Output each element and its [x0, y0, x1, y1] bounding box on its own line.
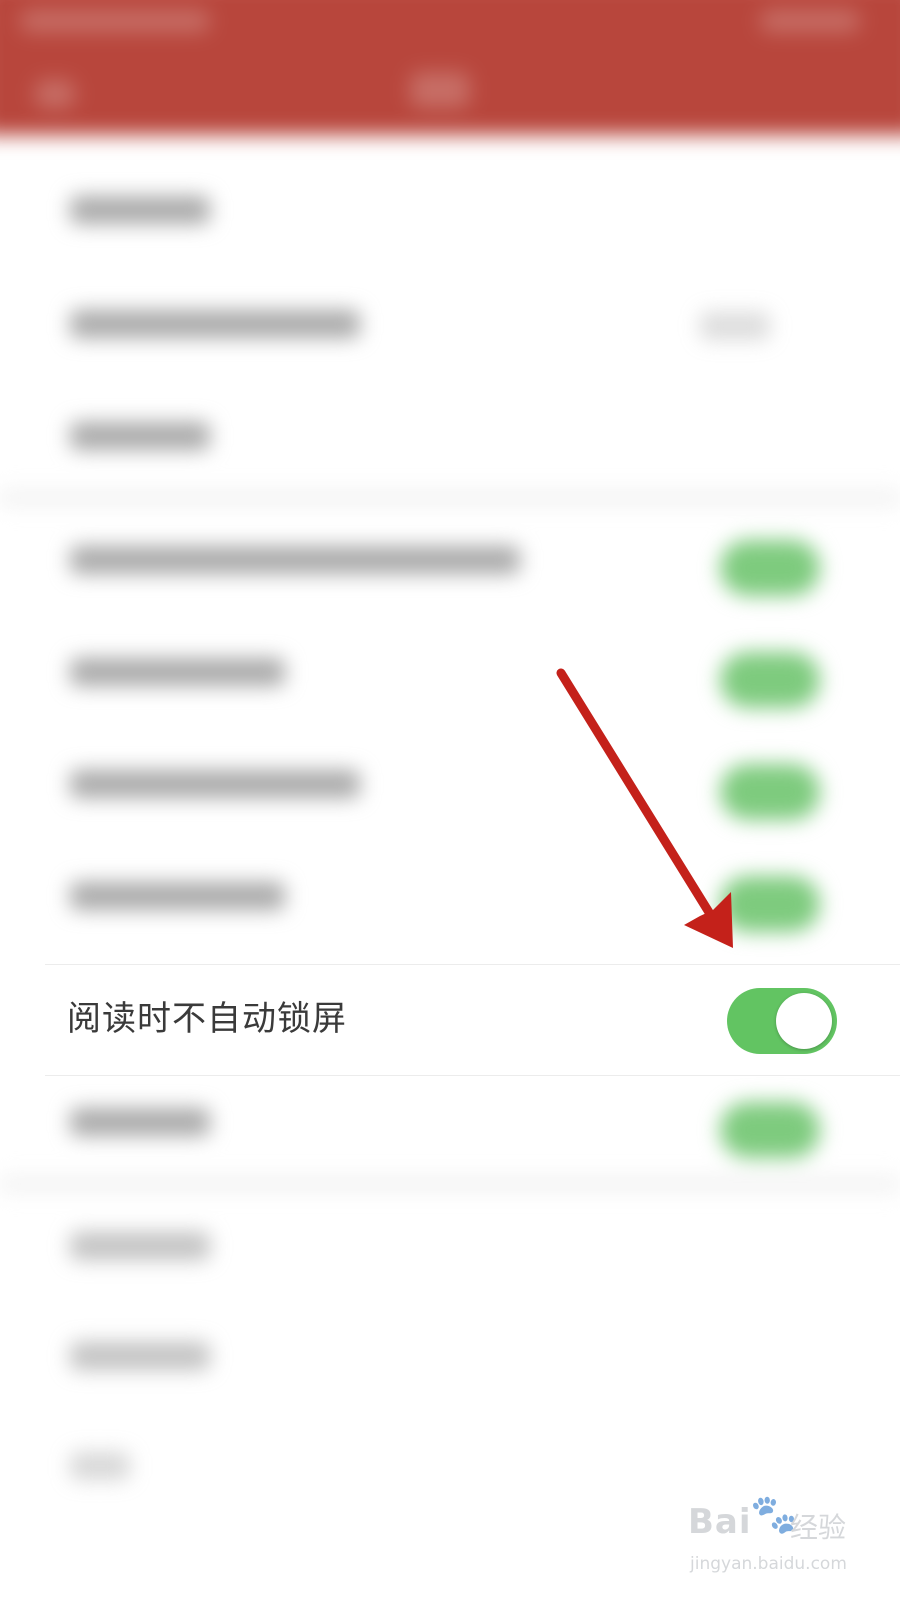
- blurred-row: [70, 658, 285, 686]
- blurred-row: [70, 1108, 210, 1136]
- header-title-placeholder: [410, 72, 470, 108]
- watermark-url: jingyan.baidu.com: [690, 1554, 847, 1574]
- blurred-row-value: [700, 312, 770, 340]
- setting-label: 阅读时不自动锁屏: [67, 999, 347, 1039]
- blurred-row: [70, 546, 520, 574]
- blurred-row: [70, 1342, 210, 1370]
- app-header: [0, 0, 900, 135]
- blurred-toggle: [720, 876, 820, 932]
- blurred-row: [70, 310, 360, 338]
- header-status-bar-placeholder: [20, 10, 210, 32]
- section-separator: [0, 490, 900, 506]
- blurred-toggle: [720, 764, 820, 820]
- section-separator: [0, 1176, 900, 1192]
- blurred-toggle: [720, 1102, 820, 1158]
- blurred-settings-background: [0, 0, 900, 1600]
- blurred-toggle: [720, 652, 820, 708]
- blurred-row: [70, 1232, 210, 1260]
- header-back-placeholder: [35, 80, 75, 108]
- header-right-placeholder: [760, 10, 860, 32]
- auto-lock-toggle[interactable]: [727, 988, 837, 1054]
- toggle-knob: [776, 993, 832, 1049]
- blurred-row: [70, 422, 210, 450]
- blurred-row: [70, 882, 285, 910]
- blurred-row: [70, 1452, 130, 1480]
- setting-row-no-auto-lock[interactable]: 阅读时不自动锁屏: [45, 964, 900, 1076]
- blurred-row: [70, 770, 360, 798]
- watermark-brand: Bai: [688, 1502, 752, 1542]
- blurred-toggle: [720, 540, 820, 596]
- watermark-cn: 经验: [790, 1511, 847, 1544]
- watermark-logo: Bai 🐾 经验 jingyan.baidu.com: [688, 1492, 858, 1584]
- blurred-row: [70, 196, 210, 224]
